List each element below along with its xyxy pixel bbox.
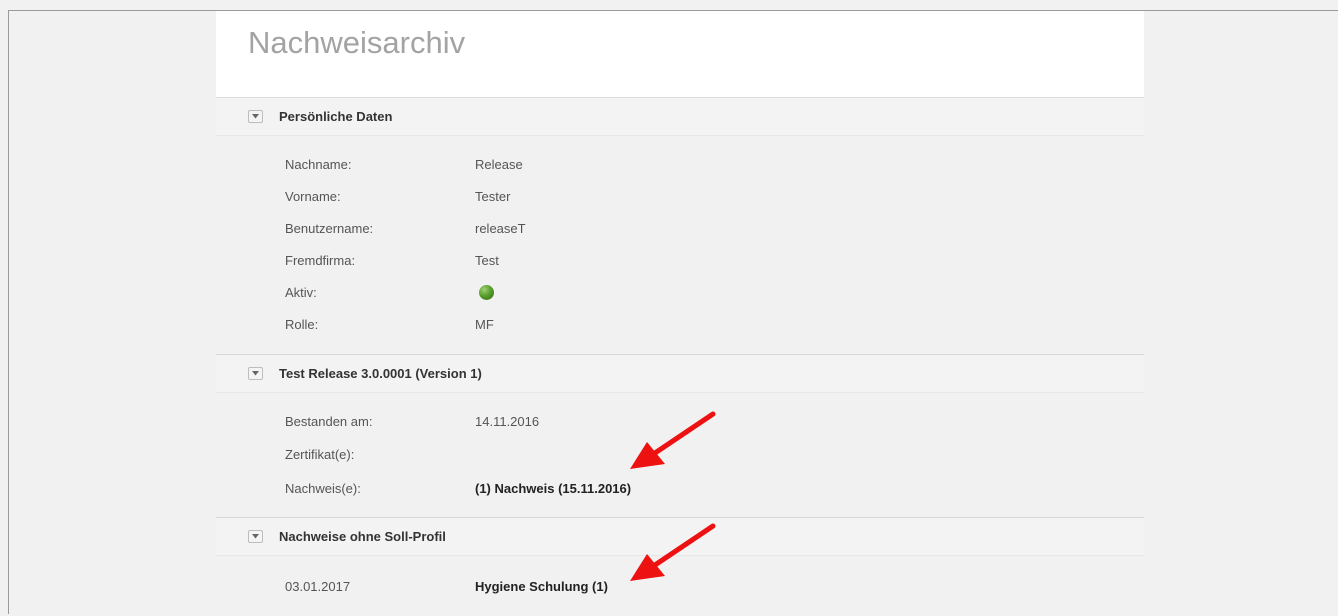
collapse-toggle-without-profile[interactable]	[248, 530, 263, 543]
collapse-toggle-personal[interactable]	[248, 110, 263, 123]
section-title-personal: Persönliche Daten	[279, 109, 393, 124]
field-label: Vorname:	[285, 189, 341, 204]
field-value: Tester	[475, 189, 511, 204]
section-header-personal[interactable]: Persönliche Daten	[216, 98, 1144, 136]
field-label: Rolle:	[285, 317, 319, 332]
field-label: Benutzername:	[285, 221, 374, 236]
field-label: Zertifikat(e):	[285, 447, 355, 462]
title-bar: Nachweisarchiv	[216, 11, 1144, 98]
item-date: 03.01.2017	[285, 579, 351, 594]
field-value: MF	[475, 317, 494, 332]
triangle-down-icon	[252, 371, 259, 376]
page-title: Nachweisarchiv	[248, 25, 466, 60]
field-label: Bestanden am:	[285, 414, 373, 429]
annotation-arrow-icon	[630, 411, 716, 469]
hygiene-link[interactable]: Hygiene Schulung (1)	[475, 579, 608, 594]
field-label: Nachname:	[285, 157, 352, 172]
field-value: 14.11.2016	[475, 414, 540, 429]
section-header-release[interactable]: Test Release 3.0.0001 (Version 1)	[216, 354, 1144, 393]
annotation-arrow-icon	[630, 523, 716, 581]
section-title-release: Test Release 3.0.0001 (Version 1)	[279, 366, 482, 381]
field-value: releaseT	[475, 221, 526, 236]
field-label: Aktiv:	[285, 285, 317, 300]
section-title-without-profile: Nachweise ohne Soll-Profil	[279, 529, 446, 544]
field-value: Release	[475, 157, 523, 172]
field-label: Nachweis(e):	[285, 481, 361, 496]
triangle-down-icon	[252, 534, 259, 539]
field-label: Fremdfirma:	[285, 253, 356, 268]
collapse-toggle-release[interactable]	[248, 367, 263, 380]
field-value: Test	[475, 253, 499, 268]
active-status-icon	[479, 285, 494, 300]
triangle-down-icon	[252, 114, 259, 119]
section-body-personal: Nachname: Release Vorname: Tester Benutz…	[216, 136, 1144, 354]
nachweis-link[interactable]: (1) Nachweis (15.11.2016)	[475, 481, 631, 496]
